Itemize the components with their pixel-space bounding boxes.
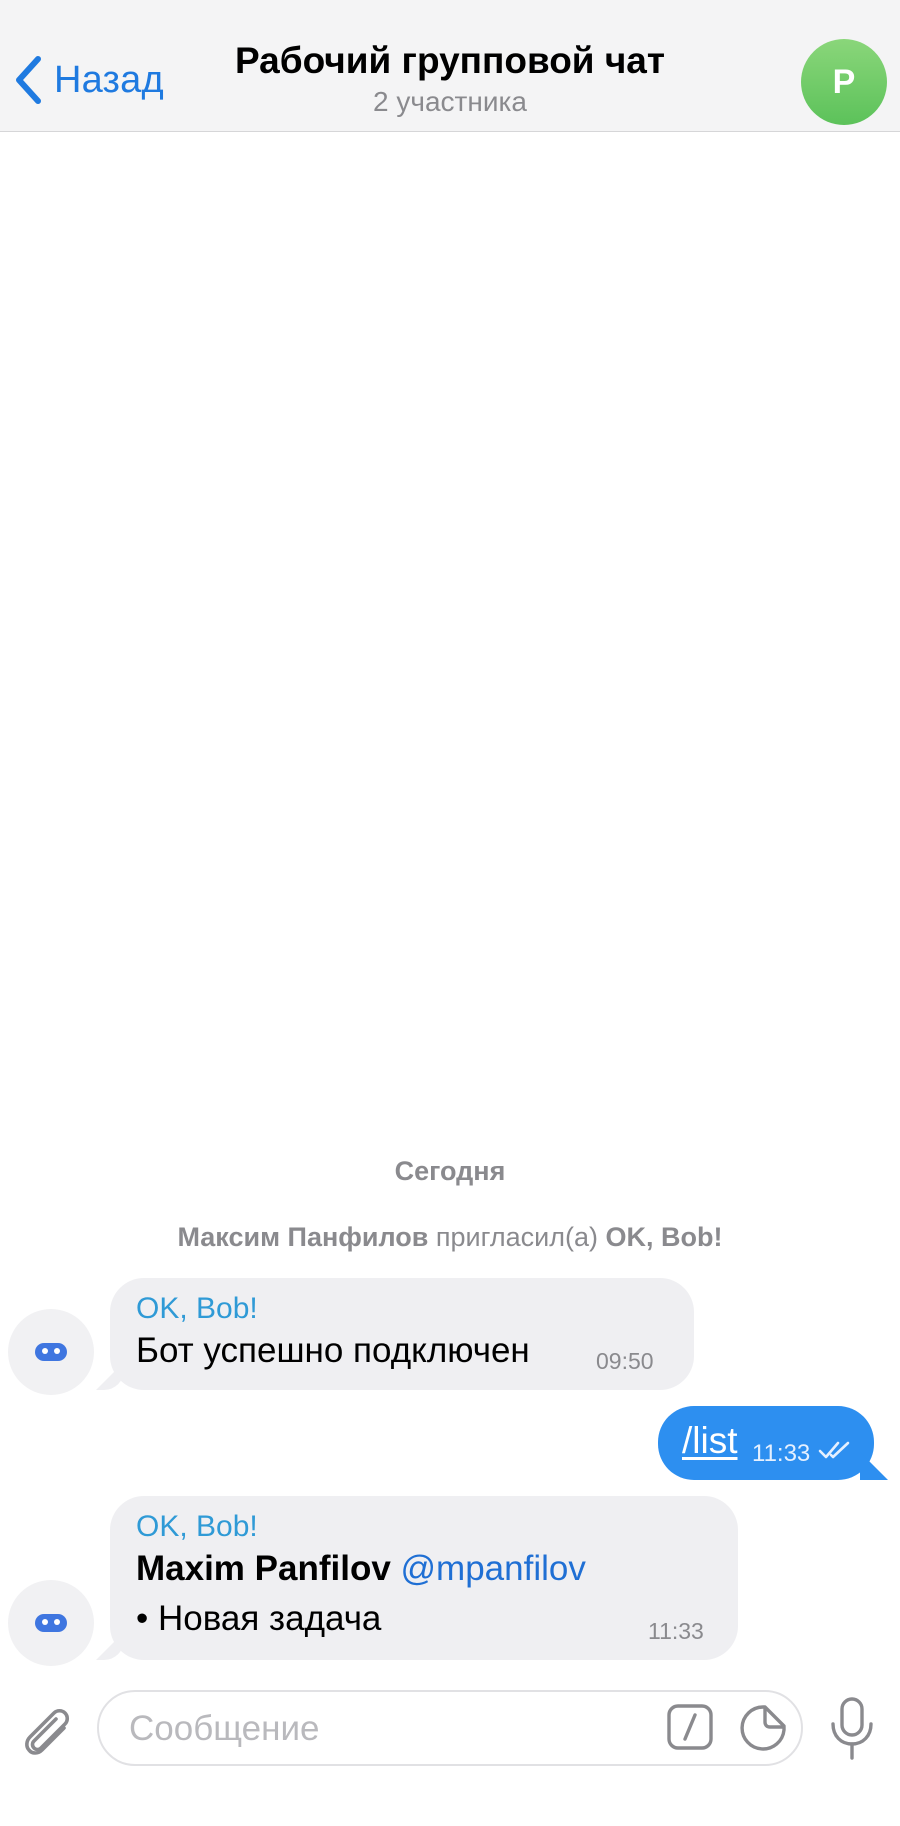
user-full-name: Maxim Panfilov [136, 1549, 391, 1588]
paperclip-icon[interactable] [18, 1700, 80, 1762]
message-time: 09:50 [596, 1348, 654, 1374]
service-action: пригласил(а) [435, 1222, 599, 1252]
user-mention-link[interactable]: @mpanfilov [401, 1549, 586, 1588]
bot-command-link[interactable]: /list [682, 1420, 738, 1462]
bot-avatar[interactable] [8, 1580, 94, 1666]
message-bubble-incoming[interactable]: OK, Bob! Maxim Panfilov @mpanfilov • Нов… [110, 1496, 738, 1660]
message-text: Бот успешно подключен [136, 1331, 530, 1370]
chevron-left-icon [16, 56, 41, 104]
service-actor: Максим Панфилов [177, 1222, 429, 1252]
message-composer [0, 1666, 900, 1826]
task-list-item: • Новая задача [136, 1599, 382, 1638]
message-sender[interactable]: OK, Bob! [136, 1290, 258, 1328]
chat-title: Рабочий групповой чат [234, 40, 666, 81]
date-separator: Сегодня [394, 1156, 506, 1186]
message-bubble-outgoing[interactable]: /list 11:33 [658, 1406, 874, 1480]
bot-icon [35, 1614, 67, 1632]
chat-header: Назад Рабочий групповой чат 2 участника … [0, 0, 900, 132]
message-time: 11:33 [648, 1618, 704, 1644]
service-message: Максим Панфилов пригласил(а) OK, Bob! [0, 1222, 900, 1253]
message-input[interactable] [127, 1702, 651, 1756]
back-label: Назад [54, 58, 164, 101]
chat-title-block[interactable]: Рабочий групповой чат 2 участника [200, 38, 700, 120]
slash-command-icon[interactable] [667, 1704, 713, 1750]
message-input-container[interactable] [97, 1690, 803, 1766]
message-bubble-incoming[interactable]: OK, Bob! Бот успешно подключен 09:50 [110, 1278, 694, 1390]
bot-icon [35, 1343, 67, 1361]
chat-subtitle: 2 участника [373, 86, 527, 117]
double-check-icon [818, 1441, 850, 1459]
message-time: 11:33 [752, 1440, 811, 1467]
service-target: OK, Bob! [605, 1222, 723, 1252]
message-sender[interactable]: OK, Bob! [136, 1508, 258, 1546]
chat-avatar[interactable]: P [801, 39, 887, 125]
microphone-icon[interactable] [826, 1696, 878, 1762]
bot-avatar[interactable] [8, 1309, 94, 1395]
sticker-icon[interactable] [739, 1704, 787, 1752]
back-button[interactable]: Назад [14, 52, 164, 108]
message-line-user: Maxim Panfilov @mpanfilov [136, 1546, 586, 1592]
